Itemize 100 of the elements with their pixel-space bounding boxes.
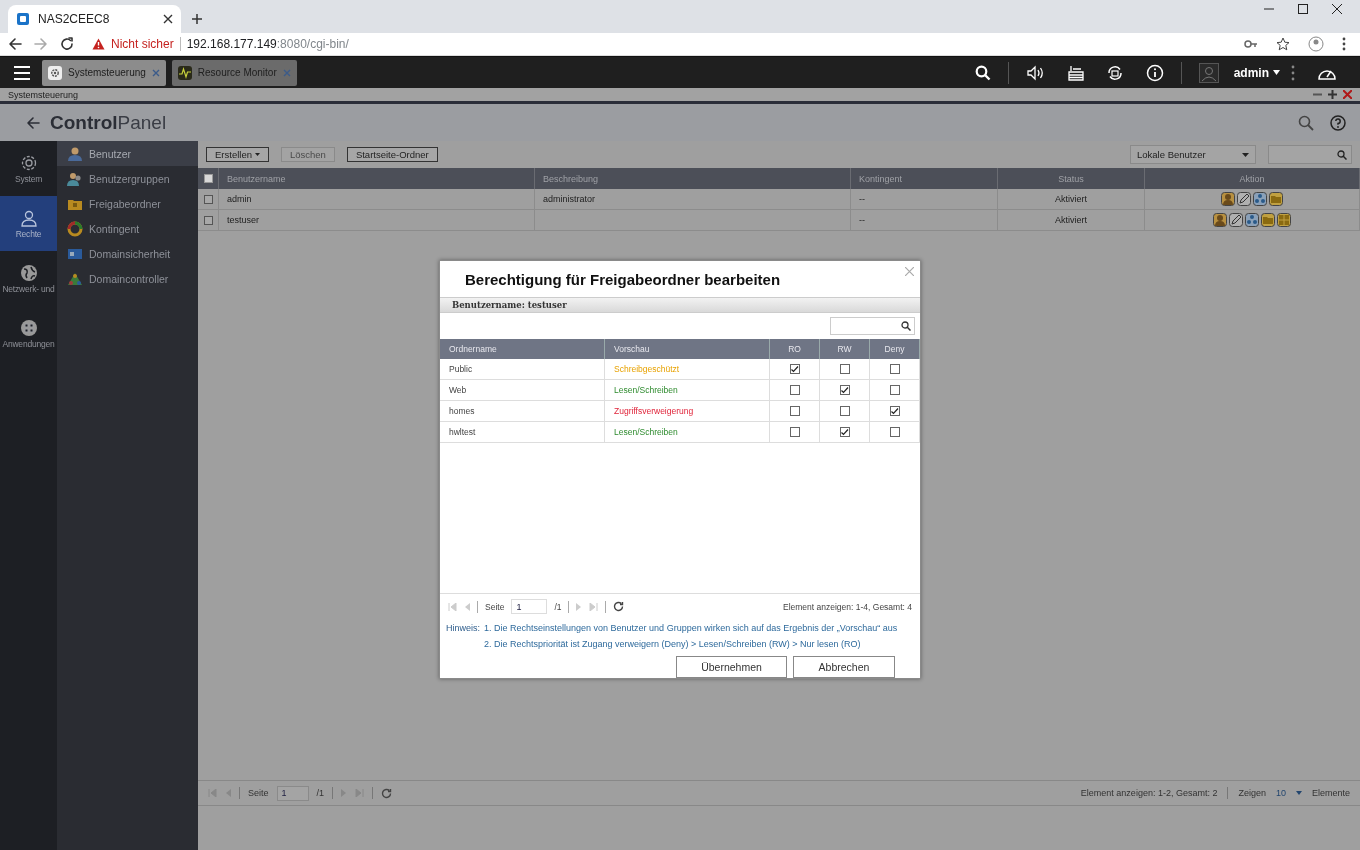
checkbox[interactable] — [889, 406, 900, 416]
caret-icon — [1295, 791, 1302, 795]
page-label: Seite — [485, 601, 505, 612]
person-icon[interactable] — [1213, 213, 1227, 227]
app-title: ControlPanel — [50, 111, 167, 134]
maximize-icon[interactable] — [1298, 4, 1308, 14]
star-icon[interactable] — [1276, 37, 1290, 51]
pie-chart-icon — [67, 220, 83, 237]
gear-icon — [48, 65, 62, 80]
checkbox[interactable] — [889, 427, 900, 437]
search-field[interactable] — [1268, 145, 1352, 164]
profile-icon[interactable] — [1308, 36, 1324, 52]
menu-item[interactable]: Benutzergruppen — [57, 166, 198, 191]
column-header[interactable]: Kontingent — [851, 168, 998, 189]
speaker-icon[interactable] — [1025, 64, 1046, 81]
url-field[interactable]: 192.168.177.149:8080/cgi-bin/ — [186, 37, 349, 51]
column-header[interactable]: RO — [770, 339, 820, 359]
menu-item[interactable]: Freigabeordner — [57, 191, 198, 216]
page-label: Seite — [248, 788, 269, 798]
security-label[interactable]: Nicht sicher — [111, 37, 174, 51]
checkbox[interactable] — [203, 215, 213, 225]
menu-icon[interactable] — [14, 65, 30, 80]
new-tab-icon[interactable] — [191, 13, 203, 25]
dialog-button[interactable]: Abbrechen — [793, 656, 895, 678]
checkbox[interactable] — [789, 364, 800, 374]
nav-item[interactable]: Anwendungen — [0, 306, 57, 361]
close-icon[interactable] — [163, 14, 173, 24]
sync-icon[interactable] — [1105, 63, 1124, 82]
refresh-icon[interactable] — [613, 601, 625, 612]
help-icon[interactable] — [1330, 114, 1346, 131]
table-cell: Public — [440, 359, 605, 380]
browser-tab[interactable]: NAS2CEEC8 — [8, 5, 181, 33]
checkbox[interactable] — [889, 385, 900, 395]
column-header[interactable]: Benutzername — [219, 168, 535, 189]
checkbox[interactable] — [839, 406, 850, 416]
checkbox[interactable] — [203, 194, 213, 204]
folder-icon[interactable] — [1269, 192, 1283, 206]
column-header[interactable]: Vorschau — [605, 339, 770, 359]
dialog-subtitle: Benutzername: testuser — [440, 297, 920, 313]
person-icon[interactable] — [1221, 192, 1235, 206]
show-label: Zeigen — [1238, 788, 1266, 798]
avatar-icon[interactable] — [1198, 62, 1219, 83]
search-field[interactable] — [830, 317, 915, 335]
globe-icon — [19, 263, 38, 282]
maximize-icon[interactable] — [1328, 90, 1337, 99]
page-field[interactable]: 1 — [511, 599, 548, 614]
menu-item[interactable]: Benutzer — [57, 141, 198, 166]
app-tab[interactable]: Resource Monitor — [171, 59, 297, 86]
toolbar-button[interactable]: Erstellen — [206, 147, 269, 162]
filter-dropdown[interactable]: Lokale Benutzer — [1130, 145, 1256, 164]
more-icon[interactable] — [1291, 64, 1295, 81]
column-header[interactable]: Deny — [870, 339, 920, 359]
page-size-dropdown[interactable]: 10 — [1275, 788, 1302, 798]
grid-icon[interactable] — [1277, 213, 1291, 227]
close-icon[interactable] — [1332, 4, 1342, 14]
page-field[interactable]: 1 — [276, 785, 309, 801]
user-menu[interactable]: admin — [1233, 65, 1280, 80]
key-icon[interactable] — [1244, 39, 1258, 49]
dialog-title: Berechtigung für Freigabeordner bearbeiten — [465, 270, 781, 288]
checkbox[interactable] — [889, 364, 900, 374]
table-cell: Lesen/Schreiben — [614, 385, 678, 395]
pencil-icon[interactable] — [1229, 213, 1243, 227]
search-icon[interactable] — [974, 64, 991, 81]
column-header[interactable]: Status — [998, 168, 1145, 189]
checkbox[interactable] — [789, 406, 800, 416]
column-header[interactable]: Ordnername — [440, 339, 605, 359]
table-cell: testuser — [219, 210, 535, 231]
app-tab[interactable]: Systemsteuerung — [42, 59, 166, 86]
checkbox[interactable] — [789, 427, 800, 437]
column-header[interactable]: Aktion — [1145, 168, 1360, 189]
checkbox[interactable] — [203, 174, 213, 183]
nav-item[interactable]: Rechte — [0, 196, 57, 251]
toolbar-button[interactable]: Startseite-Ordner — [346, 147, 438, 162]
back-arrow-icon[interactable] — [26, 115, 40, 130]
pencil-icon[interactable] — [1237, 192, 1251, 206]
stack-icon[interactable] — [1067, 64, 1084, 81]
people-icon[interactable] — [1245, 213, 1259, 227]
menu-item[interactable]: Kontingent — [57, 216, 198, 241]
checkbox[interactable] — [839, 385, 850, 395]
checkbox[interactable] — [789, 385, 800, 395]
checkbox[interactable] — [839, 364, 850, 374]
folder-icon[interactable] — [1261, 213, 1275, 227]
nav-item[interactable]: System — [0, 141, 57, 196]
back-icon[interactable] — [8, 37, 22, 51]
search-icon — [901, 321, 911, 331]
table-cell: hwltest — [440, 422, 605, 443]
menu-item[interactable]: Domainsicherheit — [57, 241, 198, 266]
menu-item[interactable]: Domaincontroller — [57, 266, 198, 291]
info-icon[interactable] — [1145, 63, 1164, 82]
dialog-button[interactable]: Übernehmen — [676, 656, 787, 678]
warning-icon — [92, 38, 105, 50]
checkbox[interactable] — [839, 427, 850, 437]
table-cell: Lesen/Schreiben — [614, 427, 678, 437]
column-header[interactable]: Beschreibung — [535, 168, 851, 189]
reload-icon[interactable] — [60, 37, 74, 51]
column-header[interactable]: RW — [820, 339, 870, 359]
people-icon[interactable] — [1253, 192, 1267, 206]
more-icon[interactable] — [1342, 37, 1346, 51]
nav-item[interactable]: Netzwerk- und — [0, 251, 57, 306]
table-cell: Aktiviert — [998, 210, 1145, 231]
